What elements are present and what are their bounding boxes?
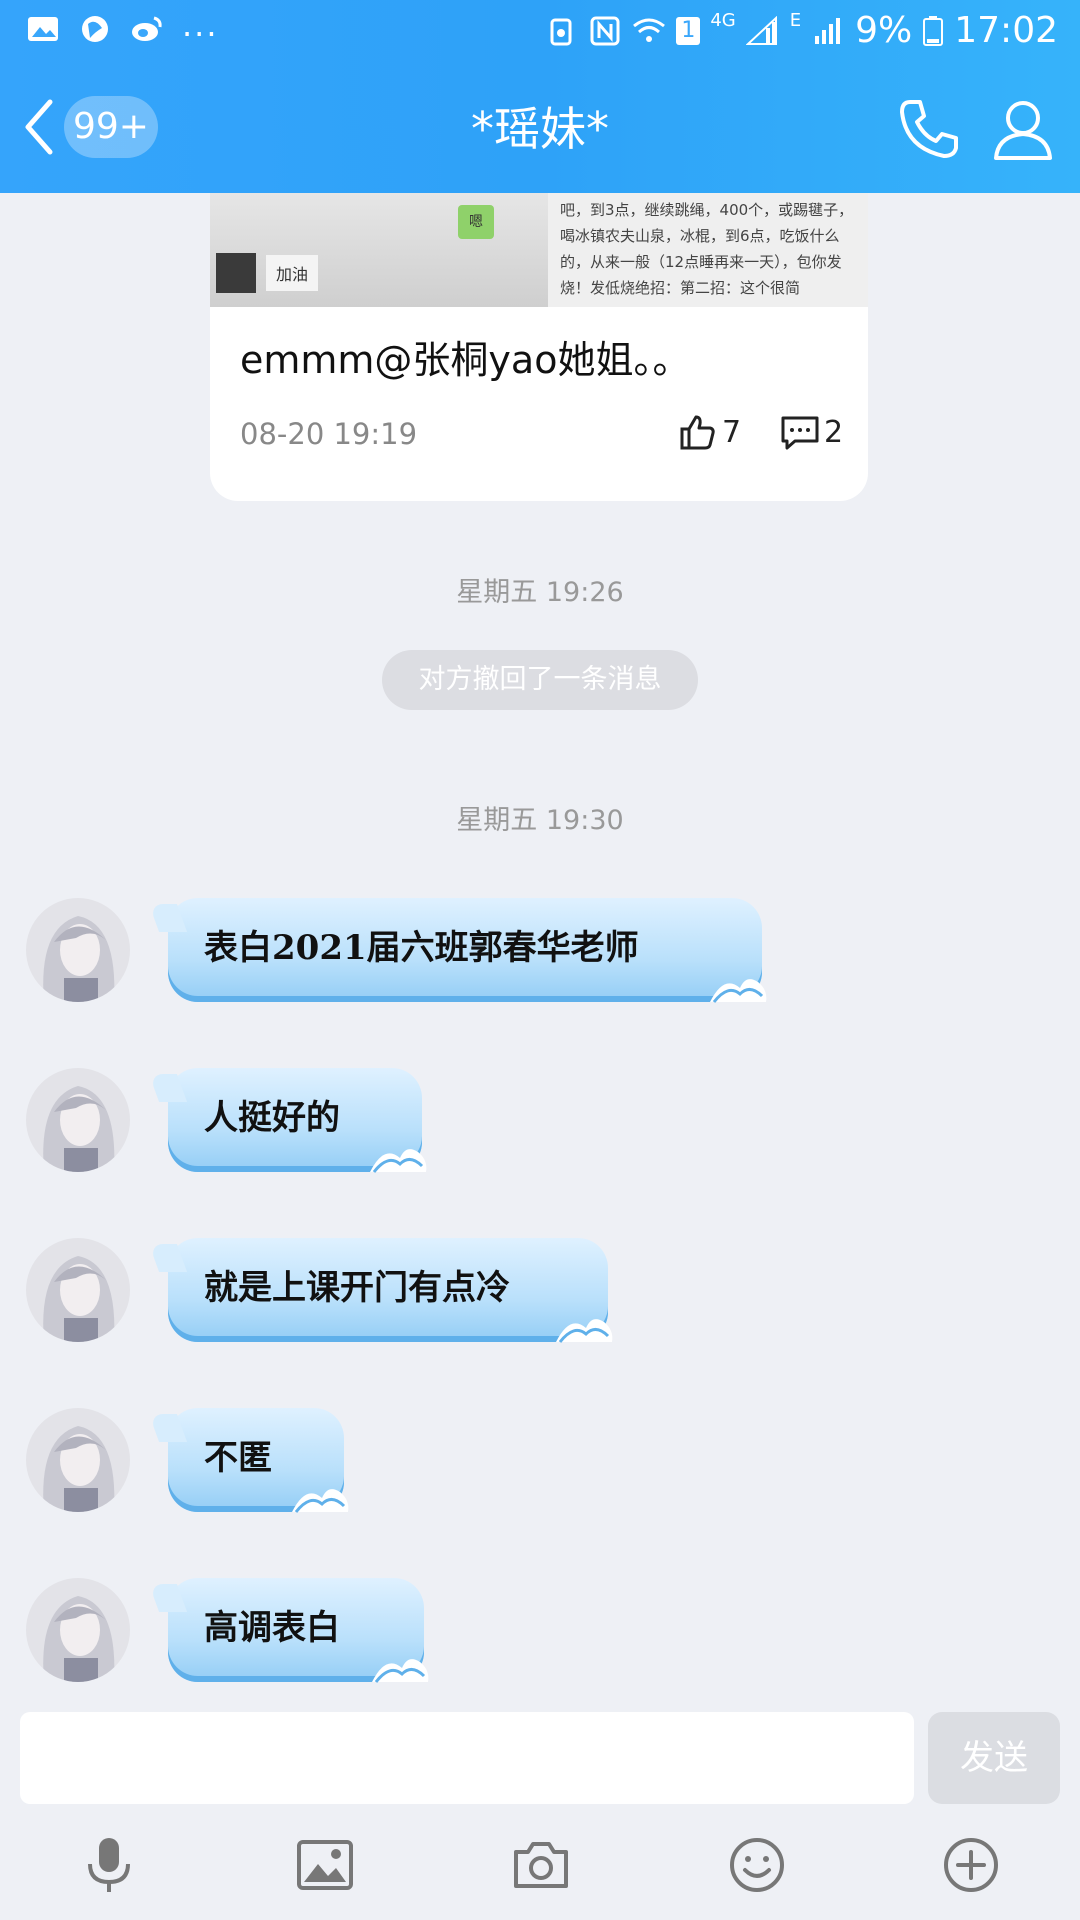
browser-notification-icon [82,16,108,42]
message-text: 就是上课开门有点冷 [204,1268,510,1308]
emoji-icon[interactable] [728,1836,786,1894]
shared-post-card[interactable]: 嗯 加油 吧，到3点，继续跳绳，400个，或踢毽子，喝冰镇农夫山泉，冰棍，到6点… [210,193,868,501]
header-bar: ... 1 4G E 9% 17:02 99+ *瑶妹* [0,0,1080,193]
message-bubble[interactable]: 表白2021届六班郭春华老师 [148,898,767,1003]
like-count: 7 [722,415,742,450]
post-text: emmm@张桐yao她姐。。 [240,338,691,382]
image-text-block: 吧，到3点，继续跳绳，400个，或踢毽子，喝冰镇农夫山泉，冰棍，到6点，吃饭什么… [548,193,868,307]
comment-count: 2 [824,415,844,450]
message-bubble[interactable]: 人挺好的 [148,1068,427,1173]
message-text: 表白2021届六班郭春华老师 [204,928,639,968]
wave-decoration-icon [292,1489,349,1513]
input-toolbar [0,1830,1080,1910]
clock: 17:02 [954,10,1058,51]
network-e-label: E [789,10,802,31]
wave-decoration-icon [370,1149,427,1173]
avatar[interactable] [26,1068,130,1172]
image-green-bubble: 嗯 [458,205,494,239]
wave-decoration-icon [556,1319,613,1343]
avatar[interactable] [26,1408,130,1512]
avatar[interactable] [26,1578,130,1682]
image-avatar [216,253,256,293]
status-bar: ... 1 4G E 9% 17:02 [0,0,1080,66]
wave-decoration-icon [372,1659,429,1683]
send-button[interactable]: 发送 [928,1712,1060,1804]
phone-icon[interactable] [896,96,962,162]
recycle-icon [550,18,572,45]
plus-icon[interactable] [942,1836,1000,1894]
message-bubble[interactable]: 不匿 [148,1408,349,1513]
recall-notice: 对方撤回了一条消息 [382,650,698,710]
timestamp: 星期五 19:26 [456,577,624,608]
message-input[interactable] [20,1712,914,1804]
avatar[interactable] [26,1238,130,1342]
image-icon[interactable] [296,1836,354,1894]
network-4g-label: 4G [710,10,736,31]
weibo-notification-icon [132,16,162,41]
microphone-icon[interactable] [80,1836,138,1894]
message-text: 不匿 [204,1438,272,1478]
avatar[interactable] [26,898,130,1002]
message-bubble[interactable]: 就是上课开门有点冷 [148,1238,613,1343]
camera-icon[interactable] [512,1836,570,1894]
battery-percent: 9% [855,10,913,51]
image-cheer-text: 加油 [266,255,319,291]
signal-icon-2 [815,17,841,44]
battery-icon [923,15,944,46]
post-image[interactable]: 嗯 加油 吧，到3点，继续跳绳，400个，或踢毽子，喝冰镇农夫山泉，冰棍，到6点… [210,193,868,307]
sim-badge: 1 [676,16,701,45]
timestamp: 星期五 19:30 [456,805,624,836]
nfc-icon [590,16,620,45]
comment-icon[interactable] [780,415,820,451]
post-time: 08-20 19:19 [240,417,418,451]
wave-decoration-icon [710,979,767,1003]
gallery-notification-icon [28,17,58,41]
more-notifications: ... [182,6,219,44]
signal-icon [745,15,777,45]
message-text: 人挺好的 [204,1098,340,1138]
profile-icon[interactable] [990,96,1056,162]
thumbs-up-icon[interactable] [678,413,716,451]
message-bubble[interactable]: 高调表白 [148,1578,429,1683]
wifi-icon [633,18,666,42]
message-text: 高调表白 [204,1608,340,1648]
